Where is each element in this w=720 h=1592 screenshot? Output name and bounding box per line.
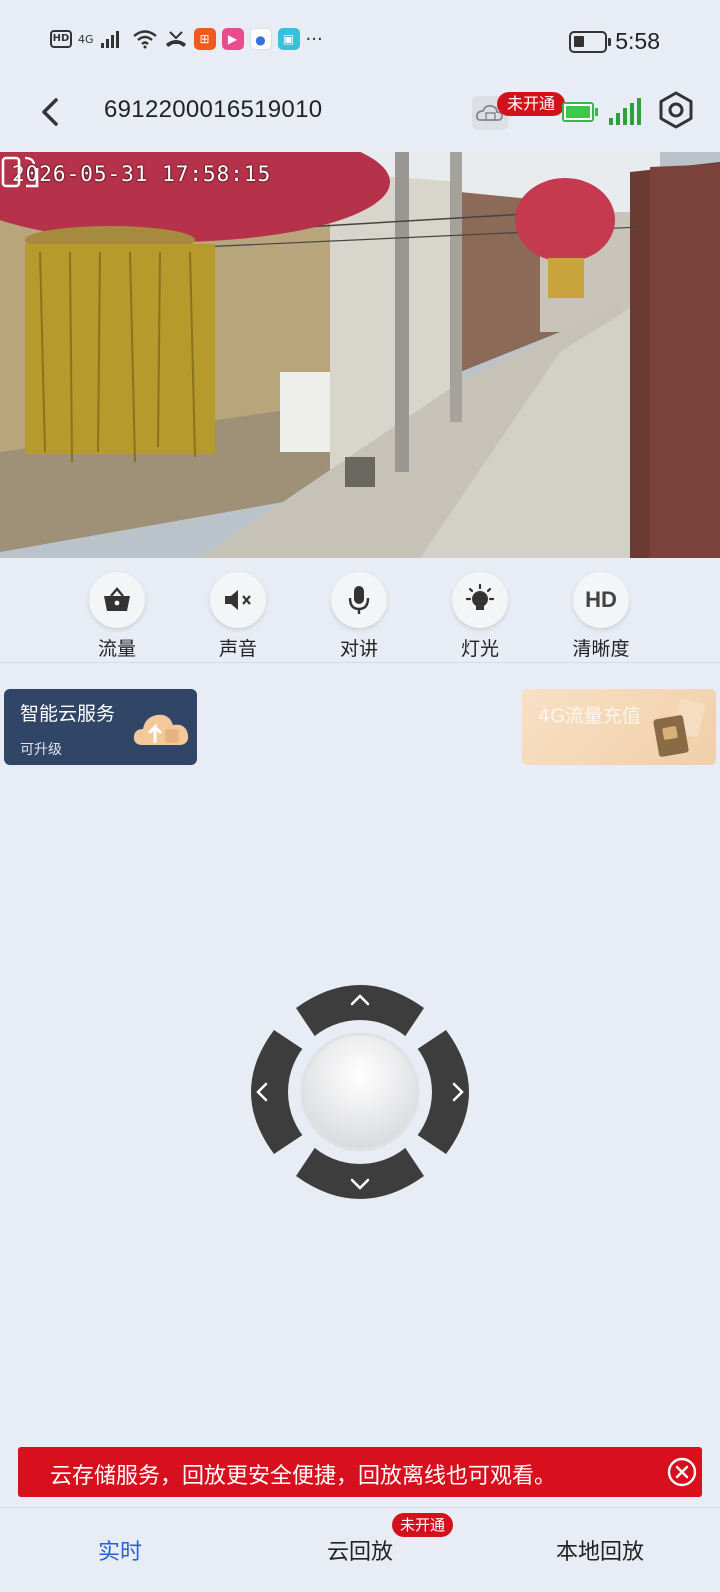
sound-label: 声音 xyxy=(218,638,257,660)
cloud-not-activated-badge: 未开通 xyxy=(497,92,566,116)
device-signal-icon xyxy=(609,98,641,125)
wifi-icon xyxy=(132,30,157,49)
camera-scene xyxy=(0,152,720,558)
light-control[interactable]: 灯光 xyxy=(430,572,530,661)
settings-icon[interactable] xyxy=(656,90,696,130)
signal-icon xyxy=(100,31,119,48)
bottom-nav: 实时 云回放 未开通 本地回放 xyxy=(0,1507,720,1592)
talk-label: 对讲 xyxy=(339,638,378,660)
cloud-service-subtitle: 可升级 xyxy=(20,742,62,758)
clarity-label: 清晰度 xyxy=(572,638,630,660)
sim-card-icon xyxy=(653,698,706,757)
tab-cloud-playback[interactable]: 云回放 xyxy=(280,1534,440,1566)
app-icon-4: ▣ xyxy=(277,28,300,50)
speaker-mute-icon xyxy=(210,572,266,628)
cloud-upload-icon xyxy=(133,714,189,745)
light-label: 灯光 xyxy=(460,638,499,660)
cloud-promo-banner[interactable]: 云存储服务，回放更安全便捷，回放离线也可观看。 xyxy=(18,1447,702,1497)
tab-local-playback[interactable]: 本地回放 xyxy=(520,1534,680,1566)
cloud-service-title: 智能云服务 xyxy=(20,703,116,725)
app-icon-3: ● xyxy=(249,28,272,50)
battery-icon xyxy=(569,30,612,53)
header: 6912200016519010 未开通 xyxy=(0,86,720,152)
divider xyxy=(0,662,720,663)
back-arrow-icon[interactable] xyxy=(32,92,72,132)
clock: 5:58 xyxy=(615,28,660,54)
microphone-icon xyxy=(331,572,387,628)
hd-icon: HD xyxy=(50,30,72,48)
status-right: 5:58 xyxy=(569,28,660,55)
more-icon: ··· xyxy=(305,28,323,50)
ptz-direction-pad xyxy=(251,985,469,1199)
status-bar: HD 4G ⊞ ▶ ● ▣ ··· 5:58 xyxy=(0,0,720,86)
data-recharge-card[interactable]: 4G流量充值 xyxy=(522,689,716,765)
talk-control[interactable]: 对讲 xyxy=(309,572,409,661)
ptz-center-button[interactable] xyxy=(300,1032,420,1152)
rotate-screen-icon[interactable] xyxy=(0,152,40,192)
basket-icon xyxy=(89,572,145,628)
live-video-feed[interactable]: 2026-05-31 17:58:15 xyxy=(0,152,720,558)
network-type: 4G xyxy=(78,32,94,46)
device-id-title: 6912200016519010 xyxy=(104,96,323,123)
close-icon[interactable] xyxy=(666,1456,698,1488)
app-icon-1: ⊞ xyxy=(193,28,216,50)
app-icon-2: ▶ xyxy=(221,28,244,50)
traffic-control[interactable]: 流量 xyxy=(67,572,167,661)
device-battery-icon xyxy=(562,102,598,122)
missed-call-icon xyxy=(165,31,186,47)
tab-live[interactable]: 实时 xyxy=(40,1534,200,1566)
hd-icon: HD xyxy=(573,572,629,628)
light-icon xyxy=(452,572,508,628)
sound-control[interactable]: 声音 xyxy=(188,572,288,661)
banner-text: 云存储服务，回放更安全便捷，回放离线也可观看。 xyxy=(50,1464,557,1489)
cloud-playback-badge: 未开通 xyxy=(392,1513,454,1537)
data-recharge-title: 4G流量充值 xyxy=(538,705,641,727)
cloud-service-card[interactable]: 智能云服务 可升级 xyxy=(4,689,197,765)
app-screen: HD 4G ⊞ ▶ ● ▣ ··· 5:58 6912200016519010 … xyxy=(0,0,720,1592)
traffic-label: 流量 xyxy=(97,638,136,660)
status-left: HD 4G ⊞ ▶ ● ▣ ··· xyxy=(50,28,323,50)
hd-icon-text: HD xyxy=(585,587,617,612)
clarity-control[interactable]: HD 清晰度 xyxy=(551,572,651,661)
video-timestamp: 2026-05-31 17:58:15 xyxy=(12,162,272,186)
control-bar: 流量 声音 对讲 灯光 HD 清晰度 xyxy=(0,572,720,662)
